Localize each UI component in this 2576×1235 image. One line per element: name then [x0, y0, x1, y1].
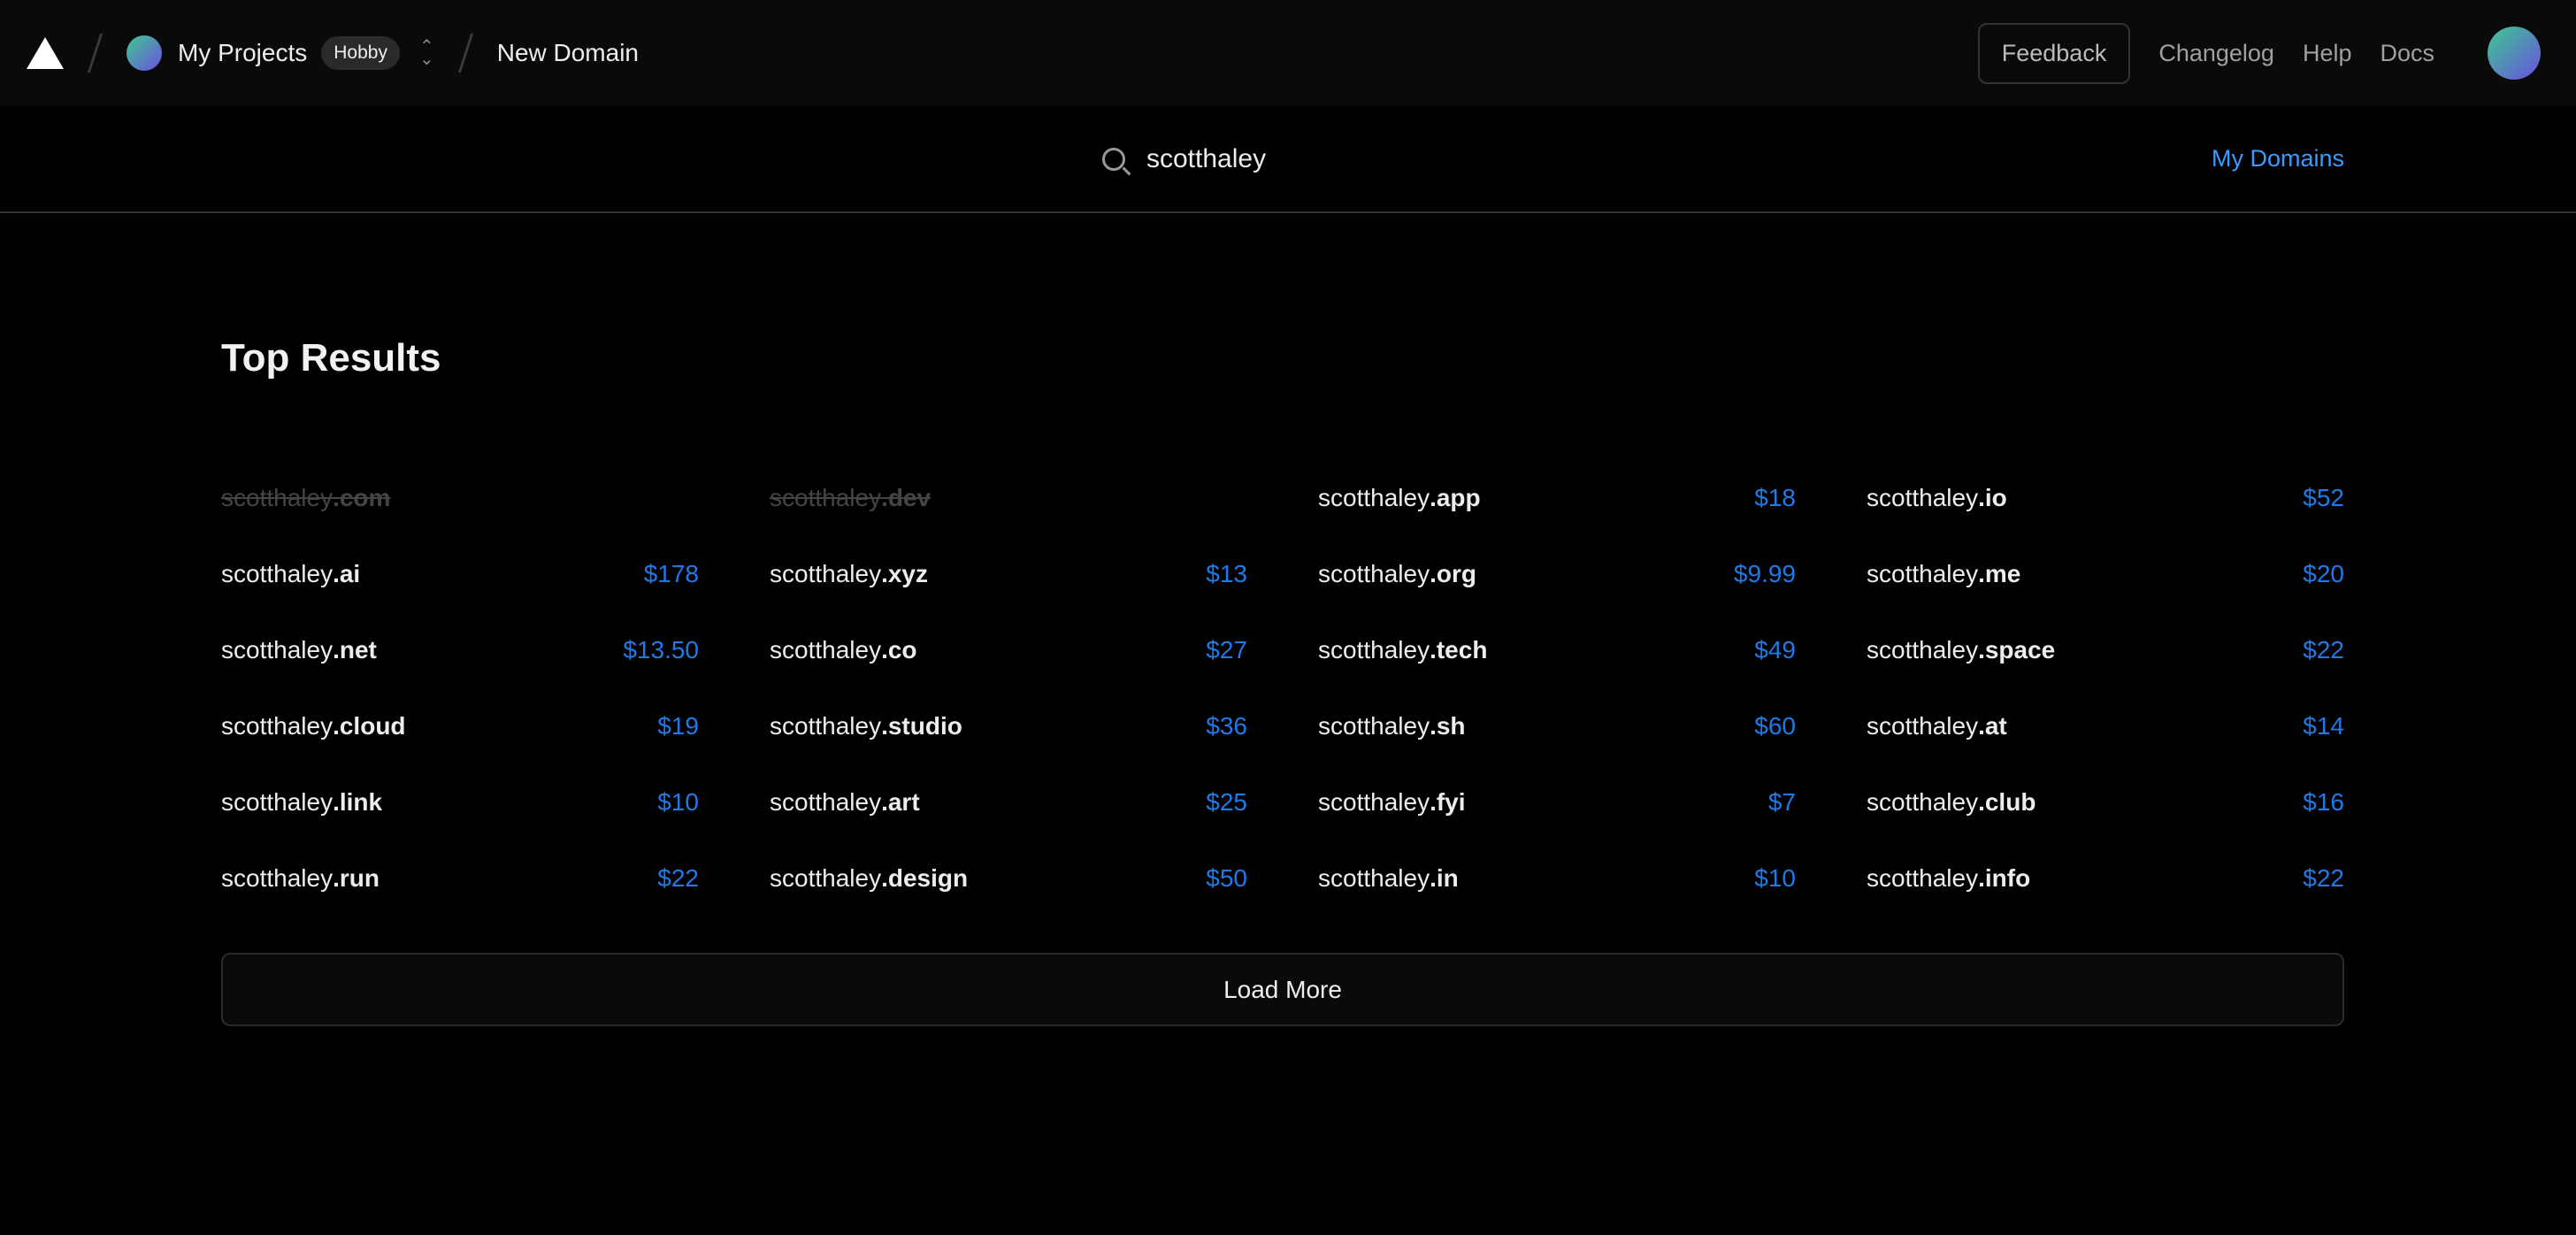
domain-name: scotthaley.link [221, 788, 383, 816]
domain-result[interactable]: scotthaley.ai $178 [221, 536, 699, 612]
domain-result[interactable]: scotthaley.sh $60 [1318, 688, 1796, 764]
domain-price: $13.50 [623, 636, 699, 664]
domain-price: $22 [657, 864, 699, 892]
domain-result[interactable]: scotthaley.design $50 [770, 840, 1247, 917]
results-grid: scotthaley.com scotthaley.dev scotthaley.a… [221, 460, 2344, 917]
domain-name: scotthaley.sh [1318, 712, 1466, 740]
feedback-button[interactable]: Feedback [1977, 22, 2131, 84]
search-bar: My Domains [0, 106, 2576, 213]
domain-price: $9.99 [1733, 560, 1796, 587]
domain-price: $19 [657, 712, 699, 740]
domain-name: scotthaley.io [1867, 484, 2007, 511]
breadcrumb-divider [87, 34, 104, 73]
docs-link[interactable]: Docs [2380, 40, 2434, 67]
search-icon [1102, 147, 1125, 171]
domain-result[interactable]: scotthaley.co $27 [770, 612, 1247, 688]
domain-price: $13 [1206, 560, 1247, 587]
domain-result[interactable]: scotthaley.cloud $19 [221, 688, 699, 764]
domain-name: scotthaley.tech [1318, 636, 1488, 664]
load-more-button[interactable]: Load More [221, 953, 2344, 1026]
domain-name: scotthaley.xyz [770, 560, 929, 587]
domain-price: $18 [1754, 484, 1796, 511]
domain-result[interactable]: scotthaley.link $10 [221, 764, 699, 840]
domain-result[interactable]: scotthaley.me $20 [1867, 536, 2344, 612]
domain-name: scotthaley.run [221, 864, 380, 892]
domain-result[interactable]: scotthaley.app $18 [1318, 460, 1796, 536]
search-input[interactable] [1146, 143, 1323, 174]
domain-price: $49 [1754, 636, 1796, 664]
domain-result[interactable]: scotthaley.dev [770, 460, 1247, 536]
help-link[interactable]: Help [2303, 40, 2352, 67]
project-avatar [126, 35, 162, 71]
plan-badge: Hobby [321, 36, 400, 70]
vercel-logo-icon[interactable] [27, 37, 64, 69]
domain-name: scotthaley.ai [221, 560, 361, 587]
domain-price: $25 [1206, 788, 1247, 816]
domain-result[interactable]: scotthaley.club $16 [1867, 764, 2344, 840]
domain-price: $178 [643, 560, 699, 587]
domain-price: $52 [2303, 484, 2344, 511]
domain-name: scotthaley.me [1867, 560, 2021, 587]
domain-result[interactable]: scotthaley.space $22 [1867, 612, 2344, 688]
domain-result[interactable]: scotthaley.org $9.99 [1318, 536, 1796, 612]
my-domains-link[interactable]: My Domains [2212, 145, 2344, 173]
domain-result[interactable]: scotthaley.io $52 [1867, 460, 2344, 536]
domain-name: scotthaley.design [770, 864, 969, 892]
domain-result[interactable]: scotthaley.studio $36 [770, 688, 1247, 764]
project-name[interactable]: My Projects [178, 39, 307, 67]
domain-price: $22 [2303, 864, 2344, 892]
breadcrumb-page: New Domain [496, 39, 639, 66]
breadcrumb-divider [457, 34, 473, 73]
domain-name: scotthaley.org [1318, 560, 1476, 587]
domain-name: scotthaley.art [770, 788, 920, 816]
domain-price: $7 [1767, 788, 1796, 816]
domain-result[interactable]: scotthaley.at $14 [1867, 688, 2344, 764]
domain-name: scotthaley.app [1318, 484, 1481, 511]
domain-name: scotthaley.space [1867, 636, 2056, 664]
domain-name: scotthaley.studio [770, 712, 962, 740]
domain-price: $22 [2303, 636, 2344, 664]
domain-price: $10 [1754, 864, 1796, 892]
section-title: Top Results [221, 336, 441, 380]
domain-price: $36 [1206, 712, 1247, 740]
chevron-up-down-icon[interactable]: ⌃ ⌄ [419, 38, 434, 68]
domain-name: scotthaley.in [1318, 864, 1459, 892]
domain-result[interactable]: scotthaley.in $10 [1318, 840, 1796, 917]
top-nav: My Projects Hobby ⌃ ⌄ New Domain Feedback… [0, 0, 2576, 106]
domain-name: scotthaley.fyi [1318, 788, 1466, 816]
domain-name: scotthaley.net [221, 636, 377, 664]
domain-result[interactable]: scotthaley.tech $49 [1318, 612, 1796, 688]
domain-name: scotthaley.club [1867, 788, 2036, 816]
domain-result[interactable]: scotthaley.xyz $13 [770, 536, 1247, 612]
domain-result[interactable]: scotthaley.fyi $7 [1318, 764, 1796, 840]
domain-name: scotthaley.dev [770, 484, 932, 511]
changelog-link[interactable]: Changelog [2158, 40, 2274, 67]
domain-name: scotthaley.info [1867, 864, 2031, 892]
domain-result[interactable]: scotthaley.art $25 [770, 764, 1247, 840]
domain-name: scotthaley.com [221, 484, 391, 511]
domain-result[interactable]: scotthaley.info $22 [1867, 840, 2344, 917]
domain-name: scotthaley.cloud [221, 712, 406, 740]
domain-name: scotthaley.at [1867, 712, 2007, 740]
domain-name: scotthaley.co [770, 636, 917, 664]
domain-price: $14 [2303, 712, 2344, 740]
domain-price: $27 [1206, 636, 1247, 664]
domain-price: $60 [1754, 712, 1796, 740]
domain-price: $20 [2303, 560, 2344, 587]
domain-result[interactable]: scotthaley.run $22 [221, 840, 699, 917]
domain-price: $50 [1206, 864, 1247, 892]
domain-result[interactable]: scotthaley.com [221, 460, 699, 536]
domain-price: $10 [657, 788, 699, 816]
domain-price: $16 [2303, 788, 2344, 816]
domain-result[interactable]: scotthaley.net $13.50 [221, 612, 699, 688]
user-avatar[interactable] [2488, 27, 2541, 80]
